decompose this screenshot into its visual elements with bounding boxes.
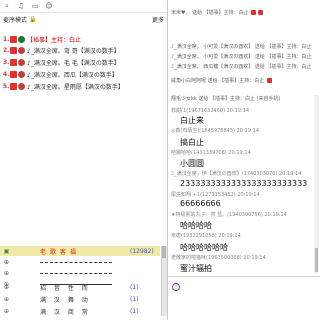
message-header: 老散家的啦猫咪(1963500068) 20:19:14 (171, 255, 266, 261)
channel-icon: ⊕ (3, 269, 10, 277)
channel-icon: ⊕ (3, 283, 10, 291)
channel-name: 满 汉 商 常 (40, 308, 91, 316)
mode-label[interactable]: 麦序模式 (3, 15, 27, 24)
mic-user: ♪_满汉全席。弯 哥【满汉の数手】 (27, 47, 120, 55)
mic-number: 5. (3, 82, 10, 90)
mic-badge-icon (10, 58, 17, 66)
message-header: 亲唐(1932291058) 20:19:14 (171, 233, 241, 239)
channel-scroll-thumb[interactable] (162, 246, 166, 258)
emoji-icon[interactable] (172, 283, 180, 291)
message-header: ◎鑫(鸡陌生)(1845978845) 20:19:14 (171, 128, 260, 134)
mode-row: 麦序模式 🔒 更多 (0, 13, 167, 25)
user-icon[interactable]: ☺ (45, 2, 53, 10)
message-header: 哈娜哈哈(1431339708) 20:19:14 (171, 150, 251, 156)
channel-item[interactable]: ⊕ 满 汉 舞 动 (1) (0, 294, 160, 304)
chat-panel: 米米♥。 送给 【插事】主持：白止 ♪_满汉全席。 小可爱【满汉の酉欢】 送给 … (168, 0, 320, 320)
left-toolbar: ⌕ ♫ ▭ ☺ (0, 0, 167, 13)
channel-count: (1) (130, 283, 139, 291)
divider (40, 273, 112, 274)
gift-line: 翔毛少女kk 送给 【插事】主持：白止 (来自手机) (171, 96, 281, 102)
message-text: 白止来 (180, 116, 204, 125)
role-icon (18, 46, 25, 54)
mic-user: ♪_满汉全席。毛 毛【满汉の数手】 (27, 59, 120, 67)
gift-icon (258, 10, 264, 15)
mic-user: 【插事】主持：白止 (27, 36, 82, 44)
chat-scrollbar[interactable] (314, 95, 319, 273)
message-text: 搞白止 (180, 138, 204, 147)
mic-number: 4. (3, 70, 10, 78)
mic-badge-icon (10, 82, 17, 90)
channel-count: (12982) (130, 247, 154, 255)
mic-item[interactable]: 5. ♪_满汉全席。星雨愿【满汉の数手】 (0, 81, 124, 91)
channel-item[interactable]: ⊕ 招 音 性 而 (1) (0, 282, 160, 292)
more-button[interactable]: 更多 (152, 15, 164, 24)
channel-icon: ▣ (3, 247, 10, 255)
gift-line: ♪_满汉全席。 小可爱【满汉の酉欢】 送给 【插事】主持：白止 (171, 44, 312, 50)
search-icon[interactable]: ⌕ (3, 2, 11, 10)
gift-icon (251, 10, 257, 15)
gift-line: 威角小白阿阿呢 送给 【插事】主持：白止 (171, 77, 318, 84)
channel-count: (1) (130, 307, 139, 315)
gift-icon (266, 78, 272, 83)
message-header: ★特极累的丸子。茶 蓝。(1940390756) 20:19:14 (171, 212, 287, 218)
message-text: 小圆圆 (180, 159, 204, 168)
speaker-icon[interactable]: ♫ (17, 2, 25, 10)
window-icon[interactable]: ▭ (31, 2, 39, 10)
message-text: 哈哈哈哈 (180, 221, 212, 230)
channel-name: 招 音 性 而 (40, 284, 91, 292)
mic-item[interactable]: 2. ♪_满汉全席。弯 哥【满汉の数手】 (0, 45, 120, 55)
channel-main[interactable]: ▣ 老歌客福 (12982) (0, 246, 160, 256)
gift-line: 米米♥。 送给 【插事】主持：白止 (171, 9, 318, 16)
channel-panel: ⌕ ♫ ▭ ☺ 麦序模式 🔒 更多 1. 【插事】主持：白止 2. ♪_满汉全席… (0, 0, 168, 320)
message-text: 2333333333333333333333333 (180, 179, 308, 188)
message-text: 蜜汁辐拍 (180, 264, 212, 273)
mic-item[interactable]: 4. ♪_满汉全席。西瓜【满汉の数手】 (0, 69, 118, 79)
mic-item[interactable]: 1. 【插事】主持：白止 (0, 34, 81, 44)
mic-badge-icon (10, 35, 17, 43)
channel-icon: ⊕ (3, 307, 10, 315)
channel-name: 满 汉 舞 动 (40, 296, 91, 304)
role-icon (18, 35, 25, 43)
lock-icon: 🔒 (29, 15, 37, 23)
gift-line: ♪_满汉全席。 小可爱【满汉の酉欢】 送给 【插事】主持：白止 (171, 54, 312, 60)
mic-item[interactable]: 3. ♪_满汉全席。毛 毛【满汉の数手】 (0, 57, 120, 67)
mic-user: ♪_满汉全席。星雨愿【满汉の数手】 (27, 83, 124, 91)
message-text: 66666666 (180, 199, 221, 208)
mic-user: ♪_满汉全席。西瓜【满汉の数手】 (27, 71, 118, 79)
message-header: 菲甜(1(19671632460) 20:19:14 (171, 108, 250, 114)
mic-number: 1. (3, 35, 10, 43)
mic-badge-icon (10, 70, 17, 78)
divider (40, 262, 112, 263)
message-header: ♪_满汉全席。伊【满汉の酉欢】(1740303076) 20:19:14 (171, 171, 302, 177)
chat-input-area[interactable] (168, 276, 320, 320)
channel-item[interactable]: ⊕ 满 汉 商 常 (1) (0, 306, 160, 316)
role-icon (18, 70, 25, 78)
channel-name: 老歌客福 (40, 248, 81, 256)
channel-count: (1) (130, 295, 139, 303)
mic-badge-icon (10, 46, 17, 54)
gift-line: ♪_满汉全席。 西瓜糖【满汉の酉欢】 送给 【插事】主持：白止 (171, 64, 312, 70)
chat-scroll-thumb[interactable] (315, 248, 318, 272)
channel-icon: ⊕ (3, 295, 10, 303)
role-icon (18, 58, 25, 66)
mic-number: 2. (3, 46, 10, 54)
message-text: 哈哈哈哈哈哈 (180, 243, 228, 252)
message-header: 尾生知翔 +1(1273153452) 20:19:14 (171, 192, 260, 198)
role-icon (18, 82, 25, 90)
mic-number: 3. (3, 58, 10, 66)
channel-icon: ⊕ (3, 258, 10, 266)
